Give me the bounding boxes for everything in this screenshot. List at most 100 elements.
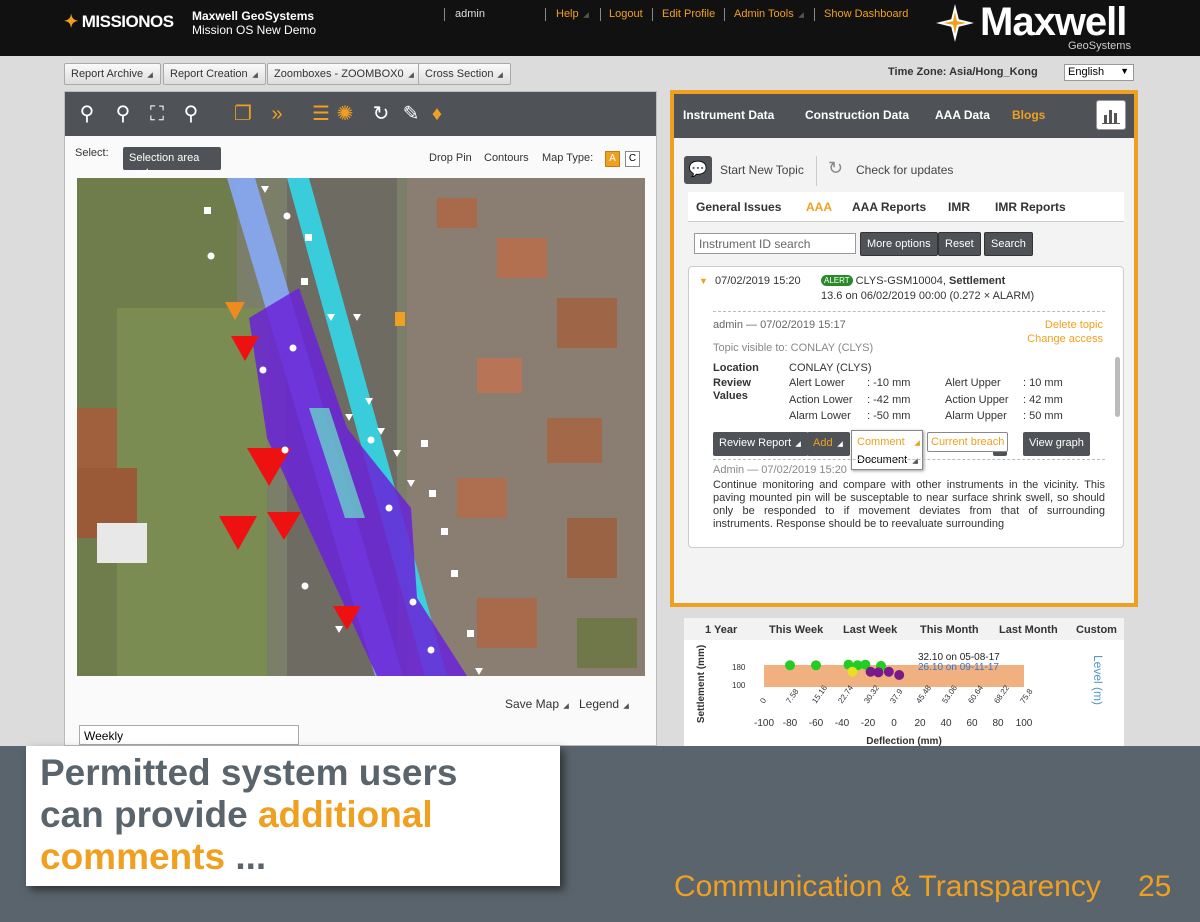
x-tick-label: -40 [835,718,850,729]
caret-icon [497,72,504,78]
mission-star-icon: ✦ [64,12,78,31]
menu-item-document[interactable]: Document [857,454,919,466]
data-point[interactable] [847,666,858,677]
more-options-button[interactable]: More options [860,232,938,256]
search-button[interactable]: Search [984,232,1033,256]
card-scrollbar[interactable] [1115,357,1120,417]
instrument-search-input[interactable]: Instrument ID search [694,233,856,254]
satellite-map[interactable] [77,178,645,676]
subtab-general-issues[interactable]: General Issues [696,200,781,214]
check-updates-link[interactable]: Check for updates [856,163,953,177]
list-icon[interactable]: ☰ [309,102,333,126]
nav-help[interactable]: Help [556,8,590,20]
user-focus-icon[interactable]: ⛶ [145,102,169,126]
subtab-imr[interactable]: IMR [948,200,970,214]
nav-logout[interactable]: Logout [609,8,643,20]
nav-admin-label: Admin Tools [734,8,794,20]
range-this-month[interactable]: This Month [920,624,979,636]
refresh-icon[interactable]: ↻ [369,102,393,126]
subtab-aaa-reports[interactable]: AAA Reports [852,200,926,214]
data-point[interactable] [785,660,795,671]
nav-show-dashboard[interactable]: Show Dashboard [824,8,908,20]
visibility-note: Topic visible to: CONLAY (CLYS) [713,342,874,354]
menu-item-comment[interactable]: Comment [857,436,921,448]
subtab-imr-reports[interactable]: IMR Reports [995,200,1066,214]
selection-area-dropdown[interactable]: Selection area [123,147,221,174]
company-name: Maxwell GeoSystems [192,9,315,23]
data-point[interactable] [894,670,905,680]
add-dropdown-menu: Comment Document [851,430,923,470]
divider [713,311,1105,312]
tab-instrument-data[interactable]: Instrument Data [683,108,774,122]
tab-blogs[interactable]: Blogs [1012,108,1045,122]
forward-icon[interactable]: » [265,102,289,126]
period-select[interactable]: Weekly [79,725,299,745]
zoombox-menu[interactable]: Zoomboxes - ZOOMBOX0 [267,63,422,85]
start-new-topic-link[interactable]: Start New Topic [720,163,804,177]
callout-line-2: can provide additional [40,794,457,836]
range-custom[interactable]: Custom [1076,624,1117,636]
contours-link[interactable]: Contours [484,152,529,164]
range-last-month[interactable]: Last Month [999,624,1058,636]
language-select[interactable]: English [1064,64,1134,81]
reset-button[interactable]: Reset [938,232,981,256]
timezone-label: Time Zone: Asia/Hong_Kong [888,66,1038,78]
user-box-icon[interactable]: ⚲ [179,102,203,126]
deflection-chart[interactable]: Settlement (mm) Level (m) 180 100 32.10 … [684,640,1124,747]
pin-icon[interactable]: ♦ [425,102,449,126]
user-search-icon[interactable]: ⚲ [111,102,135,126]
save-map-button[interactable]: Save Map [505,697,570,711]
drop-pin-link[interactable]: Drop Pin [429,152,472,164]
range-this-week[interactable]: This Week [769,624,823,636]
legend-button[interactable]: Legend [579,697,630,711]
report-creation-menu[interactable]: Report Creation [163,63,266,85]
callout-highlight-2: comments [40,836,226,877]
data-point[interactable] [873,667,884,678]
pen-icon[interactable]: ✎ [399,102,423,126]
chart-xlabel: Deflection (mm) [866,736,942,746]
current-breach-option[interactable]: Current breach [927,432,1009,452]
data-point[interactable] [811,660,821,671]
alarm-lower-value: : -50 mm [867,410,911,422]
brand-name: Maxwell [980,0,1127,44]
map-type-a-button[interactable]: A [605,151,620,167]
x-tick-label: -20 [861,718,876,729]
add-label: Add [813,437,833,449]
divider [816,156,817,186]
review-report-label: Review Report [719,437,792,449]
subtab-aaa[interactable]: AAA [806,200,832,214]
chart-ylabel: Settlement (mm) [696,645,707,723]
chat-icon[interactable]: 💬 [684,156,712,184]
nav-admin-tools[interactable]: Admin Tools [734,8,805,20]
add-button[interactable]: Add [807,432,850,456]
annotation-2: 26.10 on 09-11-17 [918,662,999,673]
tab-construction-data[interactable]: Construction Data [805,108,909,122]
change-access-link[interactable]: Change access [1027,333,1103,345]
range-1-year[interactable]: 1 Year [705,624,737,636]
bulb-icon[interactable]: ✺ [333,102,357,126]
menu-document-label: Document [857,454,908,466]
location-value: CONLAY (CLYS) [789,362,872,374]
missionos-logo[interactable]: ✦ MISSIONOS [64,12,174,32]
report-archive-menu[interactable]: Report Archive [64,63,162,85]
ytick-top: 180 [732,663,746,672]
map-type-c-button[interactable]: C [625,151,640,167]
refresh-icon[interactable]: ↻ [828,158,843,179]
delete-topic-link[interactable]: Delete topic [1045,319,1103,331]
review-report-button[interactable]: Review Report [713,432,809,456]
cross-section-menu[interactable]: Cross Section [418,63,512,85]
add-user-icon[interactable]: ⚲ [75,102,99,126]
map-canvas [77,178,645,676]
blog-subtabs: General Issues AAA AAA Reports IMR IMR R… [688,192,1124,222]
copy-icon[interactable]: ❐ [231,102,255,126]
entry-datetime: 07/02/2019 15:20 [714,275,801,287]
entry-header[interactable]: ▼ 07/02/2019 15:20 ALERT CLYS-GSM10004, S… [699,275,1109,302]
range-last-week[interactable]: Last Week [843,624,897,636]
nav-edit-profile[interactable]: Edit Profile [662,8,715,20]
data-point[interactable] [883,666,894,677]
chart-button[interactable] [1096,100,1126,130]
tab-aaa-data[interactable]: AAA Data [935,108,990,122]
selection-value: Selection area [129,152,200,164]
view-graph-button[interactable]: View graph [1023,432,1090,456]
caret-icon [582,12,589,18]
